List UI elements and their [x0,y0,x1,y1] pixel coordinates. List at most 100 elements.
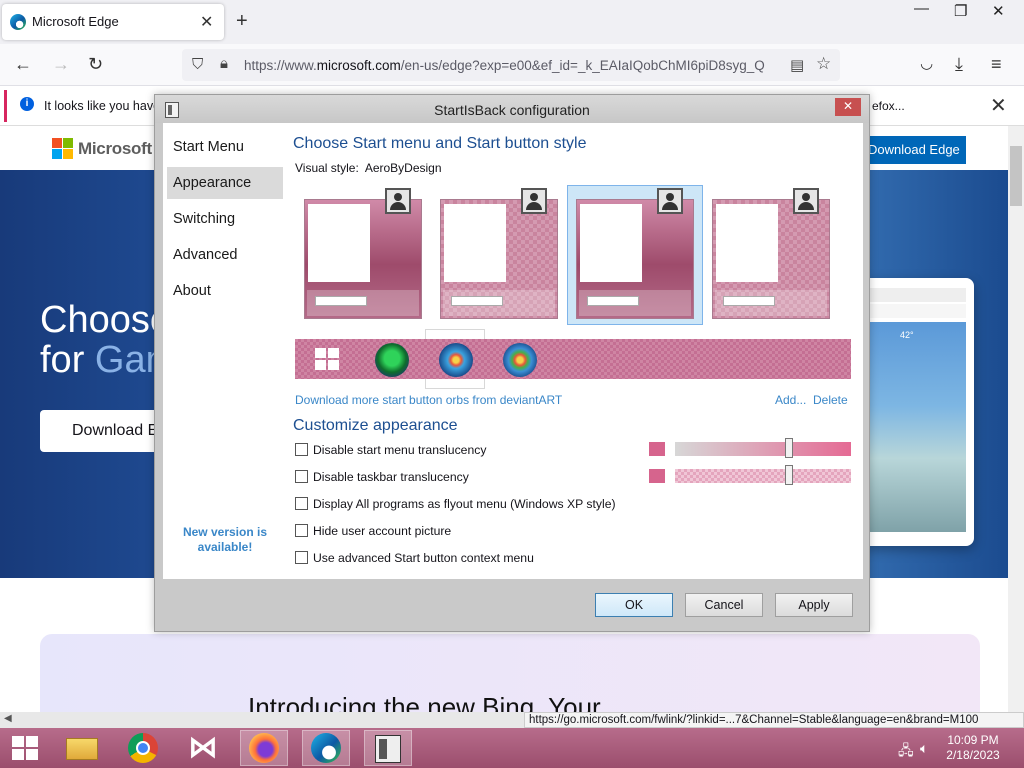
notification-close-icon[interactable]: ✕ [990,93,1007,118]
scroll-left-icon[interactable]: ◀ [4,713,12,724]
download-orbs-link[interactable]: Download more start button orbs from dev… [295,393,562,407]
checkbox[interactable] [295,497,308,510]
start-button-icon[interactable] [12,736,38,760]
download-edge-header-button[interactable]: Download Edge [856,136,966,164]
url-text[interactable]: https://www.microsoft.com/en-us/edge?exp… [244,58,784,73]
status-url: https://go.microsoft.com/fwlink/?linkid=… [524,712,1024,728]
slider-knob[interactable] [785,465,793,485]
slider-knob[interactable] [785,438,793,458]
dialog-title: StartIsBack configuration [434,102,590,118]
thumb-menu-pane [308,204,370,282]
dialog-titlebar[interactable]: StartIsBack configuration ✕ [155,95,869,123]
user-avatar-icon [657,188,683,214]
checkbox[interactable] [295,551,308,564]
dialog-close-button[interactable]: ✕ [835,98,861,116]
windows8-orb-icon[interactable] [315,348,339,370]
user-avatar-icon [521,188,547,214]
minimize-icon[interactable]: — [914,0,929,17]
thumb-menu-pane [716,204,778,282]
volume-icon[interactable]: 🔈︎ [920,740,928,757]
delete-orb-link[interactable]: Delete [813,393,848,407]
start-menu-opacity-slider[interactable] [675,438,851,458]
notification-text-right: efox... [872,99,905,113]
shield-icon[interactable]: ⛉ [192,56,203,73]
visual-studio-icon[interactable]: ⋈ [180,730,228,766]
bookmark-star-icon[interactable]: ☆ [816,54,831,74]
scrollbar-thumb[interactable] [1010,146,1022,206]
checkbox[interactable] [295,443,308,456]
firefox-icon[interactable] [240,730,288,766]
sidebar-item-about[interactable]: About [167,275,283,307]
microsoft-logo-icon[interactable] [52,138,73,159]
thumb-search-box [587,296,639,306]
dialog-sidebar: Start Menu Appearance Switching Advanced… [163,123,285,579]
menu-icon[interactable]: ≡ [991,54,1002,75]
reload-icon[interactable]: ↻ [88,54,103,75]
option-disable-taskbar-translucency[interactable]: Disable taskbar translucency [295,470,469,486]
sidebar-item-start-menu[interactable]: Start Menu [167,131,283,163]
address-bar[interactable]: ⛉ 🔒︎ https://www.microsoft.com/en-us/edg… [182,49,840,81]
vista-orb-icon[interactable] [503,343,537,377]
mockup-toolbar [870,304,966,318]
start-menu-color-swatch[interactable] [649,442,665,456]
style-thumbnail-2[interactable] [440,188,558,319]
forward-icon[interactable]: → [52,54,70,75]
restore-icon[interactable]: ❐ [954,2,967,20]
style-thumbnail-4[interactable] [712,188,830,319]
lock-icon[interactable]: 🔒︎ [220,55,228,72]
option-flyout-menu[interactable]: Display All programs as flyout menu (Win… [295,497,616,513]
new-version-link[interactable]: New version is available! [175,525,275,555]
info-icon: i [20,97,34,111]
add-orb-link[interactable]: Add... [775,393,806,407]
new-tab-icon[interactable]: + [236,10,248,33]
mockup-landscape: 42° [870,322,966,532]
startisback-taskbar-icon[interactable] [364,730,412,766]
user-avatar-icon [793,188,819,214]
mockup-weather: 42° [900,330,914,340]
thumb-search-box [451,296,503,306]
file-explorer-icon[interactable] [58,730,106,766]
cancel-button[interactable]: Cancel [685,593,763,617]
style-thumbnail-1[interactable] [304,188,422,319]
sidebar-item-switching[interactable]: Switching [167,203,283,235]
option-disable-start-translucency[interactable]: Disable start menu translucency [295,443,486,459]
network-icon[interactable]: 🖧 [898,740,914,764]
browser-tab[interactable]: Microsoft Edge ✕ [2,4,224,40]
start-orb-bar [295,339,851,379]
option-advanced-context-menu[interactable]: Use advanced Start button context menu [295,551,534,567]
taskbar-color-swatch[interactable] [649,469,665,483]
apply-button[interactable]: Apply [775,593,853,617]
mockup-titlebar [870,288,966,302]
sidebar-item-advanced[interactable]: Advanced [167,239,283,271]
thumb-search-box [315,296,367,306]
chrome-icon[interactable] [120,730,168,766]
edge-taskbar-icon[interactable] [302,730,350,766]
reader-view-icon[interactable]: ▤ [790,56,804,74]
notification-accent [4,90,7,122]
thumb-search-box [723,296,775,306]
ok-button[interactable]: OK [595,593,673,617]
option-hide-user-picture[interactable]: Hide user account picture [295,524,451,540]
pocket-icon[interactable]: ◡ [920,54,933,72]
taskbar-opacity-slider[interactable] [675,465,851,485]
vertical-scrollbar[interactable] [1008,126,1024,712]
clock[interactable]: 10:09 PM 2/18/2023 [940,733,1006,763]
checkbox[interactable] [295,470,308,483]
window-close-icon[interactable]: ✕ [992,2,1005,20]
thumb-menu-pane [444,204,506,282]
windows7-orb-icon[interactable] [439,343,473,377]
style-thumbnail-3[interactable] [576,188,694,319]
checkbox[interactable] [295,524,308,537]
downloads-icon[interactable]: ⤓ [955,54,963,75]
section-heading-style: Choose Start menu and Start button style [293,135,587,152]
browser-mockup-image: 42° [862,278,974,546]
sidebar-item-appearance[interactable]: Appearance [167,167,283,199]
taskbar: ⋈ 🖧 🔈︎ 10:09 PM 2/18/2023 [0,728,1024,768]
back-icon[interactable]: ← [14,54,32,75]
browser-tab-bar: Microsoft Edge ✕ + — ❐ ✕ [0,0,1024,44]
microsoft-brand[interactable]: Microsoft [78,139,152,159]
notification-text: It looks like you have [44,99,161,113]
tab-close-icon[interactable]: ✕ [200,12,213,32]
startisback-dialog: StartIsBack configuration ✕ Start Menu A… [154,94,870,632]
clover-orb-icon[interactable] [375,343,409,377]
